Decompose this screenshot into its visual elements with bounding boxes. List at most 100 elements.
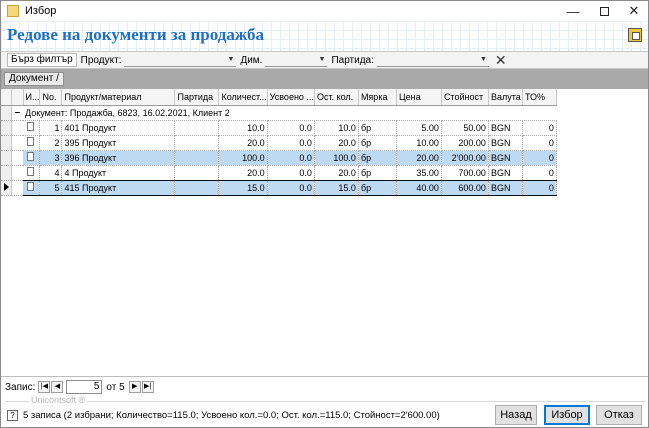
minimize-button[interactable]: —	[558, 1, 588, 21]
cell-currency[interactable]: BGN	[488, 120, 523, 136]
cell-quantity[interactable]: 100.0	[218, 150, 268, 166]
cell-price[interactable]: 20.00	[396, 150, 442, 166]
column-header-to[interactable]: ТО%	[522, 89, 557, 106]
first-record-button[interactable]: |◀	[38, 381, 51, 393]
help-icon[interactable]: ?	[7, 409, 18, 421]
cell-quantity[interactable]: 20.0	[218, 165, 268, 181]
cell-no[interactable]: 5	[39, 179, 63, 196]
cell-remaining[interactable]: 10.0	[314, 120, 359, 136]
maximize-button[interactable]	[589, 1, 619, 21]
cell-batch[interactable]	[174, 120, 220, 136]
cell-to[interactable]: 0	[522, 135, 557, 151]
table-row-selected[interactable]: 3 396 Продукт 100.0 0.0 100.0 бр 20.00 2…	[1, 150, 557, 166]
cell-used[interactable]: 0.0	[267, 150, 315, 166]
cell-price[interactable]: 35.00	[396, 165, 442, 181]
column-header-icon[interactable]: И...	[23, 89, 41, 106]
cell-remaining[interactable]: 20.0	[314, 165, 359, 181]
cell-remaining[interactable]: 15.0	[314, 179, 359, 196]
cell-unit[interactable]: бр	[358, 120, 397, 136]
cell-value[interactable]: 2'000.00	[441, 150, 489, 166]
group-row[interactable]: – Документ: Продажба, 6823, 16.02.2021, …	[1, 105, 557, 121]
select-button[interactable]: Избор	[544, 405, 590, 425]
cell-price[interactable]: 10.00	[396, 135, 442, 151]
column-header-remaining[interactable]: Ост. кол.	[314, 89, 359, 106]
cell-no[interactable]: 2	[39, 135, 63, 151]
row-indicator	[1, 105, 12, 121]
next-record-button[interactable]: ▶	[128, 381, 141, 393]
cell-value[interactable]: 700.00	[441, 165, 489, 181]
column-header-value[interactable]: Стойност	[441, 89, 489, 106]
column-header-batch[interactable]: Партида	[174, 89, 220, 106]
cell-batch[interactable]	[174, 165, 220, 181]
previous-record-button[interactable]: ◀	[51, 381, 64, 393]
cell-no[interactable]: 1	[39, 120, 63, 136]
cell-product[interactable]: 395 Продукт	[61, 135, 176, 151]
cell-unit[interactable]: бр	[358, 165, 397, 181]
column-header-unit[interactable]: Мярка	[358, 89, 397, 106]
cell-remaining[interactable]: 100.0	[314, 150, 359, 166]
window-restore-icon[interactable]	[628, 28, 642, 42]
cell-used[interactable]: 0.0	[267, 135, 315, 151]
quick-filter-button[interactable]: Бърз филтър	[7, 53, 77, 67]
column-header-currency[interactable]: Валута	[488, 89, 523, 106]
table-row[interactable]: 1 401 Продукт 10.0 0.0 10.0 бр 5.00 50.0…	[1, 120, 557, 136]
cell-product[interactable]: 415 Продукт	[61, 179, 176, 196]
cell-used[interactable]: 0.0	[267, 179, 315, 196]
dim-filter-combo[interactable]: ▼	[265, 54, 328, 67]
back-button[interactable]: Назад	[495, 405, 537, 425]
collapse-group-icon[interactable]: –	[11, 105, 23, 121]
batch-filter-combo[interactable]: ▼	[376, 54, 489, 67]
cell-remaining[interactable]: 20.0	[314, 135, 359, 151]
cell-product[interactable]: 401 Продукт	[61, 120, 176, 136]
column-header-price[interactable]: Цена	[396, 89, 442, 106]
table-row[interactable]: 4 4 Продукт 20.0 0.0 20.0 бр 35.00 700.0…	[1, 165, 557, 181]
cell-batch[interactable]	[174, 179, 220, 196]
group-by-document-chip[interactable]: Документ /	[4, 72, 64, 86]
cell-product[interactable]: 4 Продукт	[61, 165, 176, 181]
column-header-product[interactable]: Продукт/материал	[61, 89, 176, 106]
cell-no[interactable]: 4	[39, 165, 63, 181]
clear-filter-icon[interactable]: ✕	[495, 52, 507, 69]
cell-no[interactable]: 3	[39, 150, 63, 166]
cell-to[interactable]: 0	[522, 165, 557, 181]
cell-used[interactable]: 0.0	[267, 165, 315, 181]
page-title: Редове на документи за продажба	[7, 25, 264, 44]
selection-window: Избор — ✕ Редове на документи за продажб…	[0, 0, 649, 428]
cell-quantity[interactable]: 20.0	[218, 135, 268, 151]
cell-unit[interactable]: бр	[358, 150, 397, 166]
cancel-button[interactable]: Отказ	[596, 405, 642, 425]
cell-quantity[interactable]: 10.0	[218, 120, 268, 136]
document-icon	[27, 122, 34, 131]
cell-currency[interactable]: BGN	[488, 179, 523, 196]
column-header-quantity[interactable]: Количест...	[218, 89, 268, 106]
table-row-current[interactable]: 5 415 Продукт 15.0 0.0 15.0 бр 40.00 600…	[1, 179, 557, 196]
cell-to[interactable]: 0	[522, 150, 557, 166]
close-button[interactable]: ✕	[619, 1, 649, 21]
cell-currency[interactable]: BGN	[488, 150, 523, 166]
cell-batch[interactable]	[174, 135, 220, 151]
cell-currency[interactable]: BGN	[488, 135, 523, 151]
cell-unit[interactable]: бр	[358, 135, 397, 151]
indicator-header	[1, 89, 12, 106]
cell-quantity[interactable]: 15.0	[218, 179, 268, 196]
cell-to[interactable]: 0	[522, 179, 557, 196]
cell-product[interactable]: 396 Продукт	[61, 150, 176, 166]
cell-price[interactable]: 5.00	[396, 120, 442, 136]
cell-price[interactable]: 40.00	[396, 179, 442, 196]
cell-value[interactable]: 50.00	[441, 120, 489, 136]
column-header-no[interactable]: No.	[39, 89, 63, 106]
cell-value[interactable]: 200.00	[441, 135, 489, 151]
cell-value[interactable]: 600.00	[441, 179, 489, 196]
row-icon-cell	[23, 165, 41, 181]
chevron-down-icon: ▼	[318, 56, 326, 63]
table-row[interactable]: 2 395 Продукт 20.0 0.0 20.0 бр 10.00 200…	[1, 135, 557, 151]
cell-to[interactable]: 0	[522, 120, 557, 136]
cell-currency[interactable]: BGN	[488, 165, 523, 181]
cell-used[interactable]: 0.0	[267, 120, 315, 136]
record-number-input[interactable]: 5	[66, 380, 103, 394]
product-filter-combo[interactable]: ▼	[124, 54, 237, 67]
cell-batch[interactable]	[174, 150, 220, 166]
last-record-button[interactable]: ▶|	[141, 381, 154, 393]
cell-unit[interactable]: бр	[358, 179, 397, 196]
column-header-used[interactable]: Усвоено ...	[267, 89, 315, 106]
